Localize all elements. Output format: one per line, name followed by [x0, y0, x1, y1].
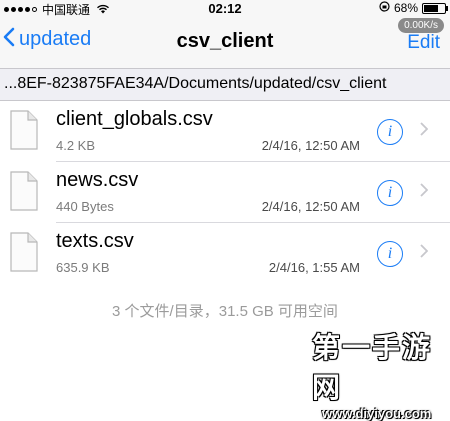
file-name: news.csv — [56, 169, 139, 191]
file-name: client_globals.csv — [56, 108, 213, 130]
row-divider — [56, 222, 450, 223]
file-size: 440 Bytes — [56, 199, 114, 214]
info-icon[interactable]: i — [377, 241, 403, 267]
info-icon[interactable]: i — [377, 119, 403, 145]
file-name: texts.csv — [56, 230, 134, 252]
file-row[interactable]: news.csv 440 Bytes 2/4/16, 12:50 AM i — [0, 163, 450, 223]
page-title: csv_client — [176, 30, 274, 52]
status-right: 68% — [379, 1, 448, 15]
file-row[interactable]: texts.csv 635.9 KB 2/4/16, 1:55 AM i — [0, 224, 450, 284]
battery-icon — [422, 2, 448, 14]
watermark-url: www.diyiyou.com — [322, 406, 432, 421]
file-date: 2/4/16, 1:55 AM — [268, 260, 360, 275]
document-icon — [10, 110, 38, 150]
watermark-title: 第一手游网 — [312, 332, 433, 403]
status-bar: 中国联通 02:12 68% — [0, 0, 450, 18]
info-icon[interactable]: i — [377, 180, 403, 206]
document-icon — [10, 171, 38, 211]
chevron-right-icon — [420, 116, 429, 142]
file-row[interactable]: client_globals.csv 4.2 KB 2/4/16, 12:50 … — [0, 102, 450, 162]
navigation-bar: updated csv_client Edit — [0, 18, 450, 68]
row-divider — [56, 161, 450, 162]
current-path: ...8EF-823875FAE34A/Documents/updated/cs… — [4, 75, 387, 92]
storage-summary: 3 个文件/目录，31.5 GB 可用空间 — [112, 303, 338, 320]
file-date: 2/4/16, 12:50 AM — [261, 138, 360, 153]
document-icon — [10, 232, 38, 272]
network-speed-badge: 0.00K/s — [398, 18, 444, 33]
file-size: 635.9 KB — [56, 260, 110, 275]
battery-percent: 68% — [393, 1, 418, 15]
chevron-right-icon — [420, 238, 429, 264]
path-bar: ...8EF-823875FAE34A/Documents/updated/cs… — [0, 68, 450, 101]
file-date: 2/4/16, 12:50 AM — [261, 199, 360, 214]
file-size: 4.2 KB — [56, 138, 96, 153]
rotation-lock-icon — [379, 1, 390, 15]
edit-button[interactable]: Edit — [407, 32, 440, 54]
chevron-right-icon — [420, 177, 429, 203]
watermark: 第一手游网 www.diyiyou.com — [312, 326, 444, 421]
